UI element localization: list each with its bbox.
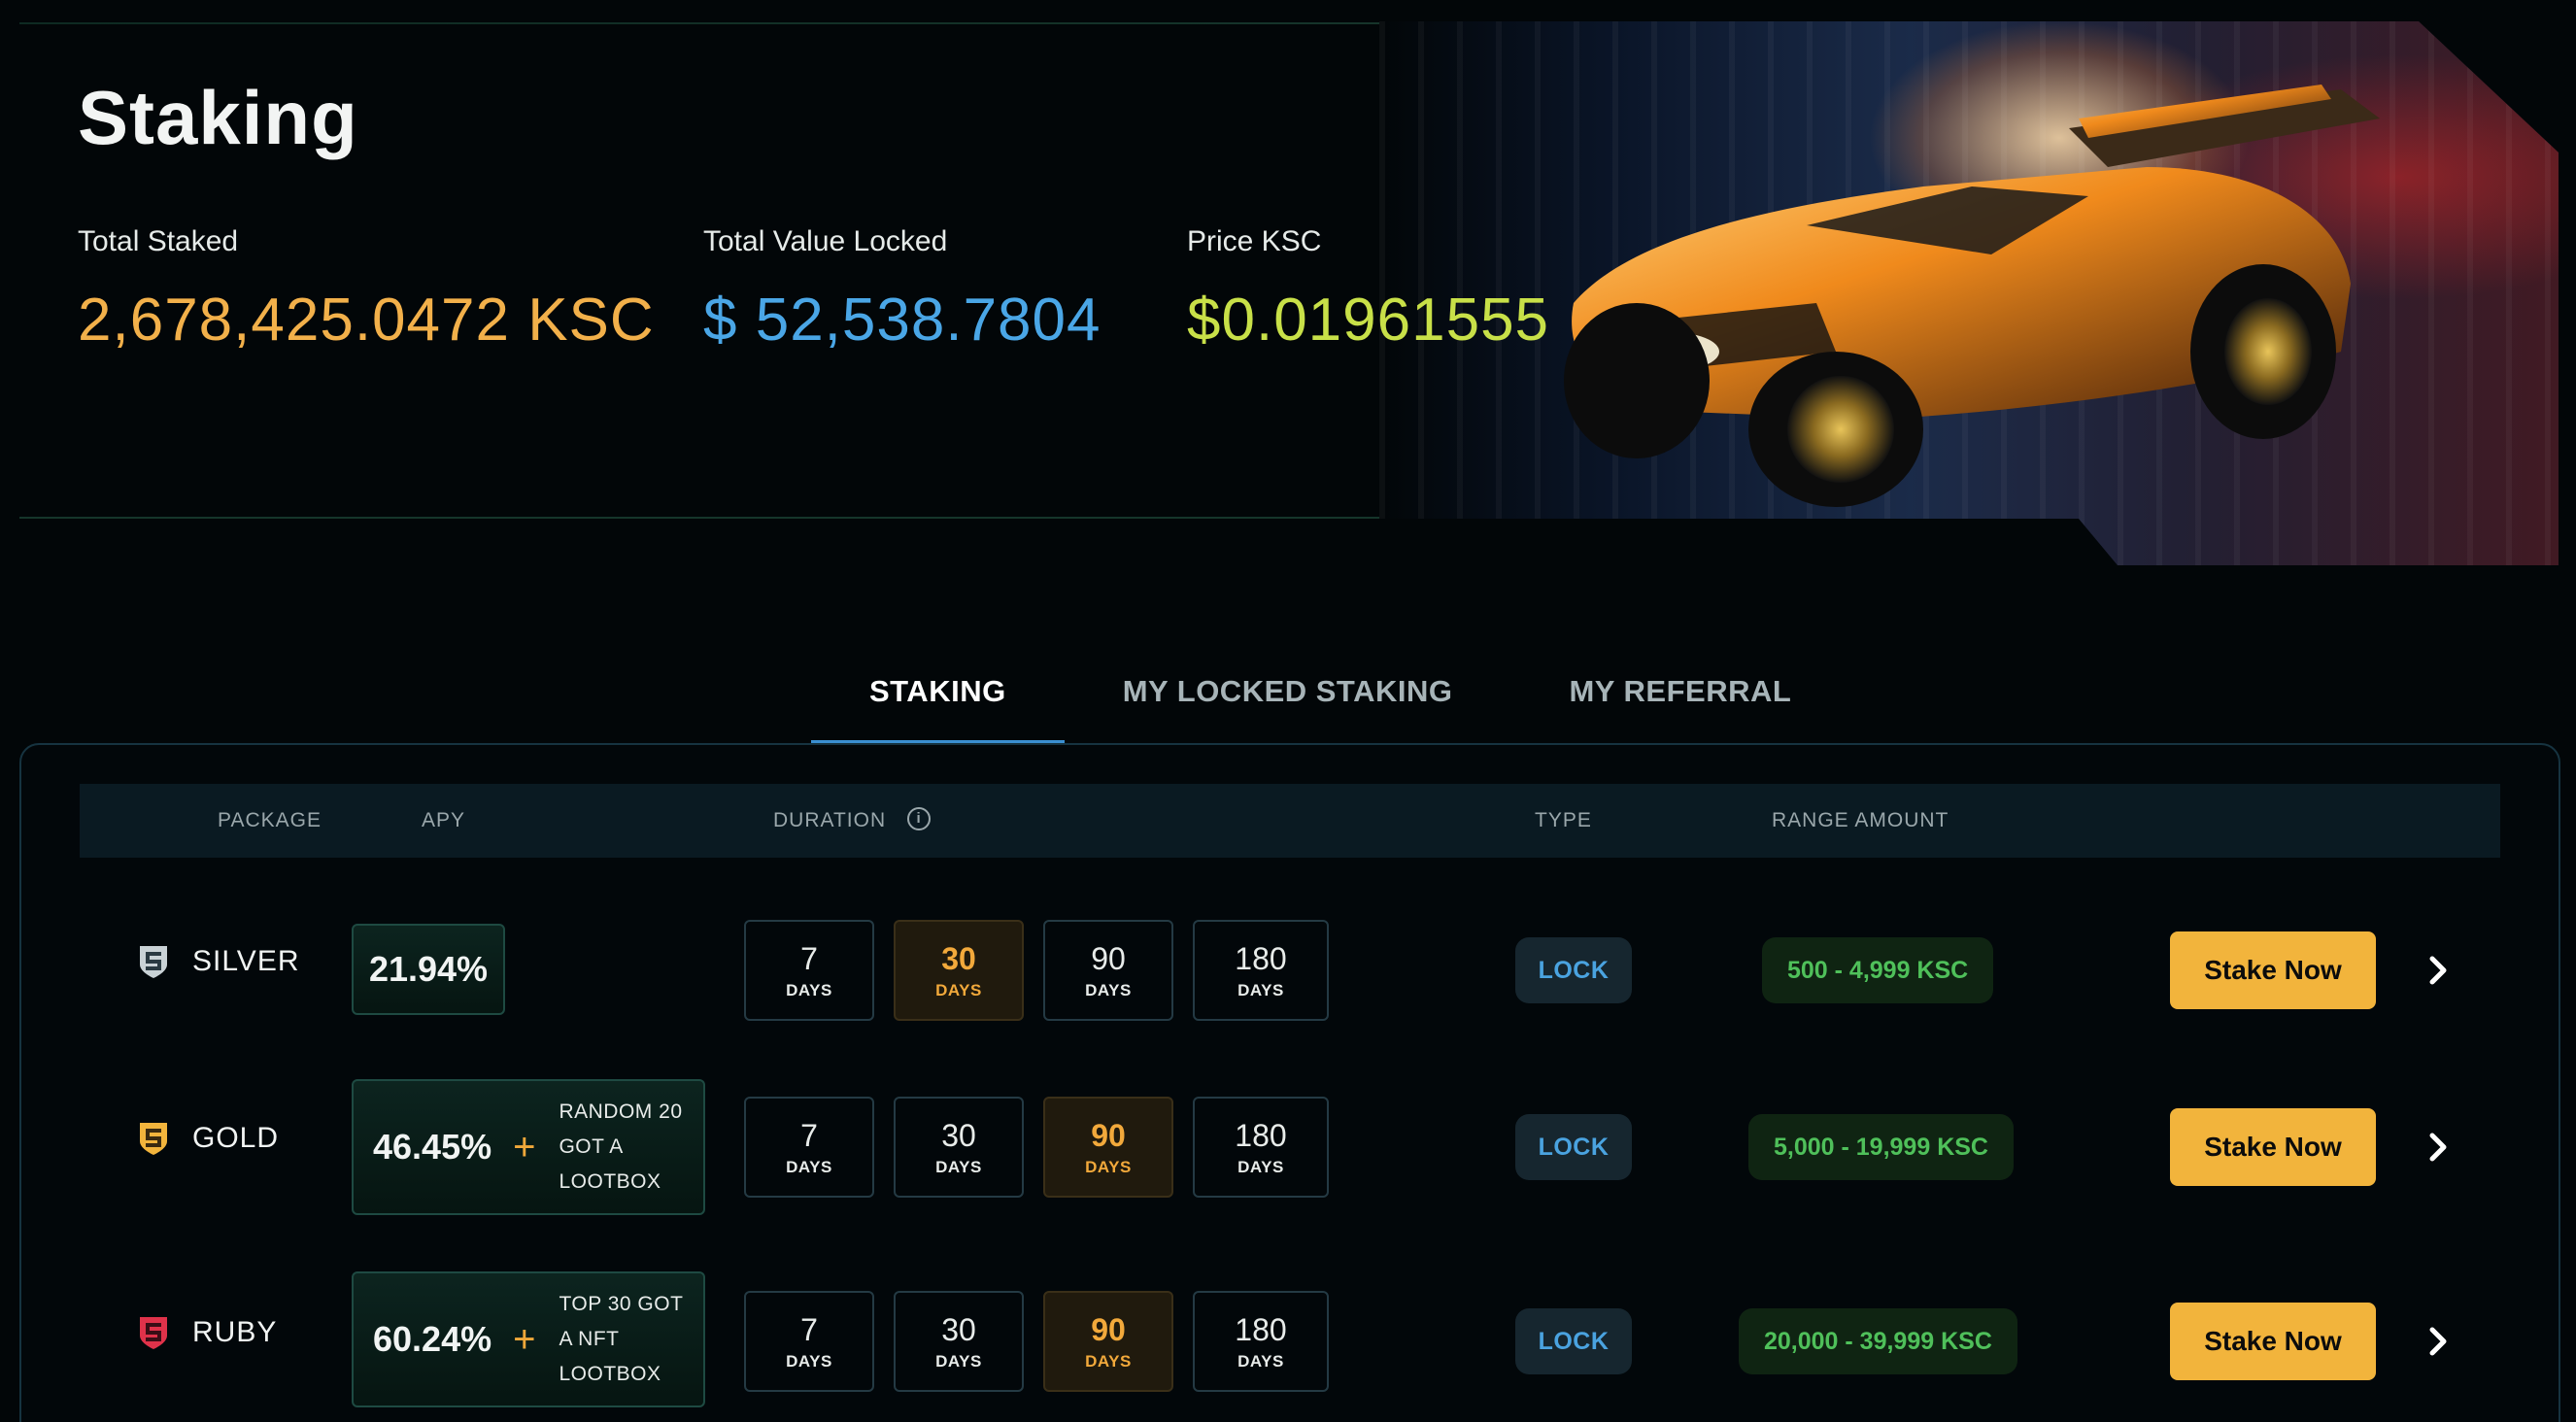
table-row: SILVER 21.94% 7 DAYS 30 DAYS 90 DAYS 180 DAY… — [21, 893, 2562, 1038]
duration-option-90[interactable]: 90 DAYS — [1043, 1291, 1173, 1392]
apy-value: 46.45% — [373, 1127, 492, 1167]
duration-option-180[interactable]: 180 DAYS — [1193, 1291, 1329, 1392]
package-name: RUBY — [192, 1316, 278, 1348]
duration-option-7[interactable]: 7 DAYS — [744, 1291, 874, 1392]
type-badge: LOCK — [1515, 1308, 1632, 1374]
stat-total-staked: Total Staked 2,678,425.0472 KSC — [78, 225, 655, 355]
table-row: RUBY 60.24% + TOP 30 GOT A NFT LOOTBOX 7… — [21, 1264, 2562, 1409]
header-range-amount: RANGE AMOUNT — [1772, 809, 1949, 831]
shield-s-icon — [140, 946, 167, 978]
race-car-image — [1564, 85, 2380, 507]
type-badge: LOCK — [1515, 1114, 1632, 1180]
stake-now-button[interactable]: Stake Now — [2170, 1303, 2376, 1380]
stat-total-value-locked: Total Value Locked $ 52,538.7804 — [703, 225, 1102, 355]
shield-s-icon — [140, 1317, 167, 1349]
header-apy: APY — [422, 809, 466, 831]
apy-value: 21.94% — [368, 949, 489, 989]
stat-label: Total Value Locked — [703, 225, 948, 257]
header-duration-label: DURATION — [773, 809, 887, 831]
chevron-right-icon[interactable] — [2419, 1322, 2457, 1361]
info-circle-icon[interactable]: i — [907, 807, 932, 831]
apy-bonus-text: RANDOM 20 GOT A LOOTBOX — [559, 1100, 683, 1193]
duration-option-90[interactable]: 90 DAYS — [1043, 920, 1173, 1021]
duration-option-90[interactable]: 90 DAYS — [1043, 1097, 1173, 1198]
chevron-right-icon[interactable] — [2419, 951, 2457, 990]
apy-value: 60.24% — [373, 1319, 492, 1359]
duration-option-180[interactable]: 180 DAYS — [1193, 920, 1329, 1021]
stake-now-button[interactable]: Stake Now — [2170, 931, 2376, 1009]
range-badge: 500 - 4,999 KSC — [1762, 937, 1994, 1003]
package-name: SILVER — [192, 945, 300, 977]
apy-box: 60.24% + TOP 30 GOT A NFT LOOTBOX — [352, 1271, 705, 1407]
package-cell: RUBY — [136, 1314, 277, 1351]
duration-option-7[interactable]: 7 DAYS — [744, 1097, 874, 1198]
header-package: PACKAGE — [218, 809, 322, 831]
shield-s-icon — [140, 1123, 167, 1155]
table-row: GOLD 46.45% + RANDOM 20 GOT A LOOTBOX 7D… — [21, 1069, 2562, 1215]
stake-now-button[interactable]: Stake Now — [2170, 1108, 2376, 1186]
duration-option-30[interactable]: 30 DAYS — [894, 1097, 1024, 1198]
package-cell: SILVER — [136, 943, 300, 980]
package-cell: GOLD — [136, 1120, 279, 1157]
tab-my-referral[interactable]: MY REFERRAL — [1510, 668, 1849, 744]
tab-my-locked-staking[interactable]: MY LOCKED STAKING — [1065, 668, 1511, 744]
page-title: Staking — [78, 75, 358, 160]
package-name: GOLD — [192, 1122, 280, 1154]
hero-car-artwork — [1379, 21, 2559, 565]
range-badge: 20,000 - 39,999 KSC — [1739, 1308, 2017, 1374]
stat-value: 2,678,425.0472 KSC — [78, 287, 655, 354]
hero-divider-top — [19, 22, 1457, 24]
header-duration: DURATION i — [773, 784, 932, 858]
stat-label: Total Staked — [78, 225, 239, 257]
duration-option-7[interactable]: 7 DAYS — [744, 920, 874, 1021]
tab-staking[interactable]: STAKING — [811, 668, 1065, 744]
range-badge: 5,000 - 19,999 KSC — [1748, 1114, 2014, 1180]
stat-value: $ 52,538.7804 — [703, 287, 1102, 354]
type-badge: LOCK — [1515, 937, 1632, 1003]
apy-box: 46.45% + RANDOM 20 GOT A LOOTBOX — [352, 1079, 705, 1215]
apy-bonus-text: TOP 30 GOT A NFT LOOTBOX — [559, 1293, 684, 1385]
table-header: PACKAGE APY DURATION i TYPE RANGE AMOUNT — [80, 784, 2500, 858]
duration-option-180[interactable]: 180 DAYS — [1193, 1097, 1329, 1198]
duration-option-30[interactable]: 30 DAYS — [894, 1291, 1024, 1392]
plus-icon: + — [513, 1125, 536, 1168]
staking-tabs: STAKING MY LOCKED STAKING MY REFERRAL — [811, 668, 1849, 744]
header-type: TYPE — [1535, 809, 1592, 831]
staking-table-panel: PACKAGE APY DURATION i TYPE RANGE AMOUNT … — [19, 743, 2560, 1422]
apy-box: 21.94% — [352, 924, 505, 1015]
duration-option-30[interactable]: 30 DAYS — [894, 920, 1024, 1021]
stat-price-ksc: Price KSC $0.01961555 — [1187, 225, 1549, 355]
plus-icon: + — [513, 1317, 536, 1361]
stat-label: Price KSC — [1187, 225, 1322, 257]
stat-value: $0.01961555 — [1187, 287, 1550, 354]
chevron-right-icon[interactable] — [2419, 1128, 2457, 1167]
hero-banner: Staking Total Staked 2,678,425.0472 KSC … — [0, 0, 2576, 573]
